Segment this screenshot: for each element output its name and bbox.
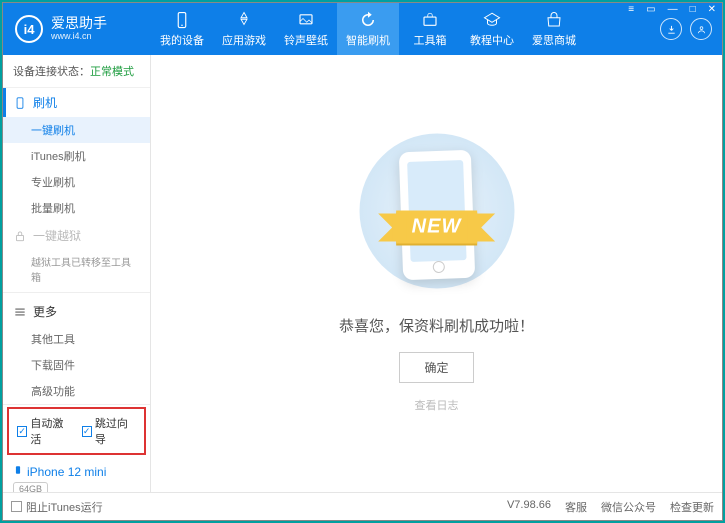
window-close-icon[interactable]: ✕ bbox=[705, 2, 719, 17]
nav-apps[interactable]: 应用游戏 bbox=[213, 3, 275, 55]
jailbreak-note: 越狱工具已转移至工具箱 bbox=[3, 250, 150, 288]
footer-link-support[interactable]: 客服 bbox=[565, 499, 587, 515]
footer: 阻止iTunes运行 V7.98.66 客服 微信公众号 检查更新 bbox=[3, 492, 722, 520]
nav-store[interactable]: 爱思商城 bbox=[523, 3, 585, 55]
phone-icon bbox=[13, 96, 27, 110]
graduation-icon bbox=[483, 11, 501, 29]
sidebar-item-oneclick-flash[interactable]: 一键刷机 bbox=[3, 117, 150, 143]
nav-label: 我的设备 bbox=[160, 32, 204, 48]
block-itunes-checkbox[interactable]: 阻止iTunes运行 bbox=[11, 499, 103, 515]
view-log-link[interactable]: 查看日志 bbox=[415, 397, 459, 413]
footer-link-wechat[interactable]: 微信公众号 bbox=[601, 499, 656, 515]
device-block[interactable]: iPhone 12 mini 64GB Down-12mini-13,1 bbox=[3, 457, 150, 492]
new-ribbon-icon: NEW bbox=[396, 211, 478, 244]
wallpaper-icon bbox=[297, 11, 315, 29]
window-menu-icon[interactable]: ≡ bbox=[625, 2, 637, 17]
refresh-icon bbox=[359, 11, 377, 29]
nav-label: 铃声壁纸 bbox=[284, 32, 328, 48]
footer-version: V7.98.66 bbox=[507, 499, 551, 515]
window-minimize-icon[interactable]: — bbox=[665, 2, 681, 17]
nav-tutorials[interactable]: 教程中心 bbox=[461, 3, 523, 55]
brand-name: 爱思助手 bbox=[51, 16, 107, 31]
success-illustration: NEW bbox=[352, 135, 522, 295]
titlebar: i4 爱思助手 www.i4.cn 我的设备 应用游戏 铃声壁纸 智能刷机 bbox=[3, 3, 722, 55]
store-icon bbox=[545, 11, 563, 29]
sidebar-item-batch-flash[interactable]: 批量刷机 bbox=[3, 195, 150, 221]
nav-ringtones[interactable]: 铃声壁纸 bbox=[275, 3, 337, 55]
nav-smart-flash[interactable]: 智能刷机 bbox=[337, 3, 399, 55]
user-icon[interactable] bbox=[690, 18, 712, 40]
checkbox-label: 阻止iTunes运行 bbox=[26, 499, 103, 515]
sidebar-section-label: 一键越狱 bbox=[33, 227, 81, 244]
sidebar-item-other-tools[interactable]: 其他工具 bbox=[3, 326, 150, 352]
sidebar-section-more[interactable]: 更多 bbox=[3, 297, 150, 326]
menu-icon bbox=[13, 305, 27, 319]
nav-label: 应用游戏 bbox=[222, 32, 266, 48]
checkbox-skip-guide[interactable]: 跳过向导 bbox=[82, 415, 137, 447]
checkbox-icon bbox=[82, 426, 92, 437]
brand: i4 爱思助手 www.i4.cn bbox=[3, 15, 151, 43]
nav-label: 工具箱 bbox=[414, 32, 447, 48]
sidebar-item-download-firmware[interactable]: 下载固件 bbox=[3, 352, 150, 378]
sidebar-item-itunes-flash[interactable]: iTunes刷机 bbox=[3, 143, 150, 169]
sidebar-item-advanced[interactable]: 高级功能 bbox=[3, 378, 150, 404]
nav-label: 教程中心 bbox=[470, 32, 514, 48]
sidebar: 设备连接状态：正常模式 刷机 一键刷机 iTunes刷机 专业刷机 批量刷机 一… bbox=[3, 55, 151, 492]
device-name: iPhone 12 mini bbox=[27, 465, 106, 479]
phone-icon bbox=[173, 11, 191, 29]
apps-icon bbox=[235, 11, 253, 29]
flash-options-row: 自动激活 跳过向导 bbox=[7, 407, 146, 455]
lock-icon bbox=[13, 229, 27, 243]
footer-link-update[interactable]: 检查更新 bbox=[670, 499, 714, 515]
nav-label: 智能刷机 bbox=[346, 32, 390, 48]
toolbox-icon bbox=[421, 11, 439, 29]
checkbox-auto-activate[interactable]: 自动激活 bbox=[17, 415, 72, 447]
nav-label: 爱思商城 bbox=[532, 32, 576, 48]
sidebar-section-label: 更多 bbox=[33, 303, 57, 320]
device-icon bbox=[13, 463, 23, 480]
main-content: NEW 恭喜您，保资料刷机成功啦！ 确定 查看日志 bbox=[151, 55, 722, 492]
sidebar-section-flash[interactable]: 刷机 bbox=[3, 88, 150, 117]
connection-status: 设备连接状态：正常模式 bbox=[3, 55, 150, 88]
success-message: 恭喜您，保资料刷机成功啦！ bbox=[339, 315, 534, 336]
checkbox-label: 自动激活 bbox=[30, 415, 71, 447]
nav-toolbox[interactable]: 工具箱 bbox=[399, 3, 461, 55]
nav-my-device[interactable]: 我的设备 bbox=[151, 3, 213, 55]
brand-url: www.i4.cn bbox=[51, 32, 107, 42]
window-maximize-icon[interactable]: □ bbox=[687, 2, 699, 17]
sidebar-section-jailbreak: 一键越狱 bbox=[3, 221, 150, 250]
window-skin-icon[interactable]: ▭ bbox=[643, 2, 658, 17]
sidebar-item-pro-flash[interactable]: 专业刷机 bbox=[3, 169, 150, 195]
sidebar-section-label: 刷机 bbox=[33, 94, 57, 111]
checkbox-icon bbox=[17, 426, 27, 437]
download-icon[interactable] bbox=[660, 18, 682, 40]
brand-logo-icon: i4 bbox=[15, 15, 43, 43]
top-nav: 我的设备 应用游戏 铃声壁纸 智能刷机 工具箱 教程中心 bbox=[151, 3, 660, 55]
confirm-button[interactable]: 确定 bbox=[399, 352, 473, 383]
checkbox-label: 跳过向导 bbox=[95, 415, 136, 447]
device-storage-badge: 64GB bbox=[13, 482, 48, 492]
checkbox-icon bbox=[11, 501, 22, 512]
